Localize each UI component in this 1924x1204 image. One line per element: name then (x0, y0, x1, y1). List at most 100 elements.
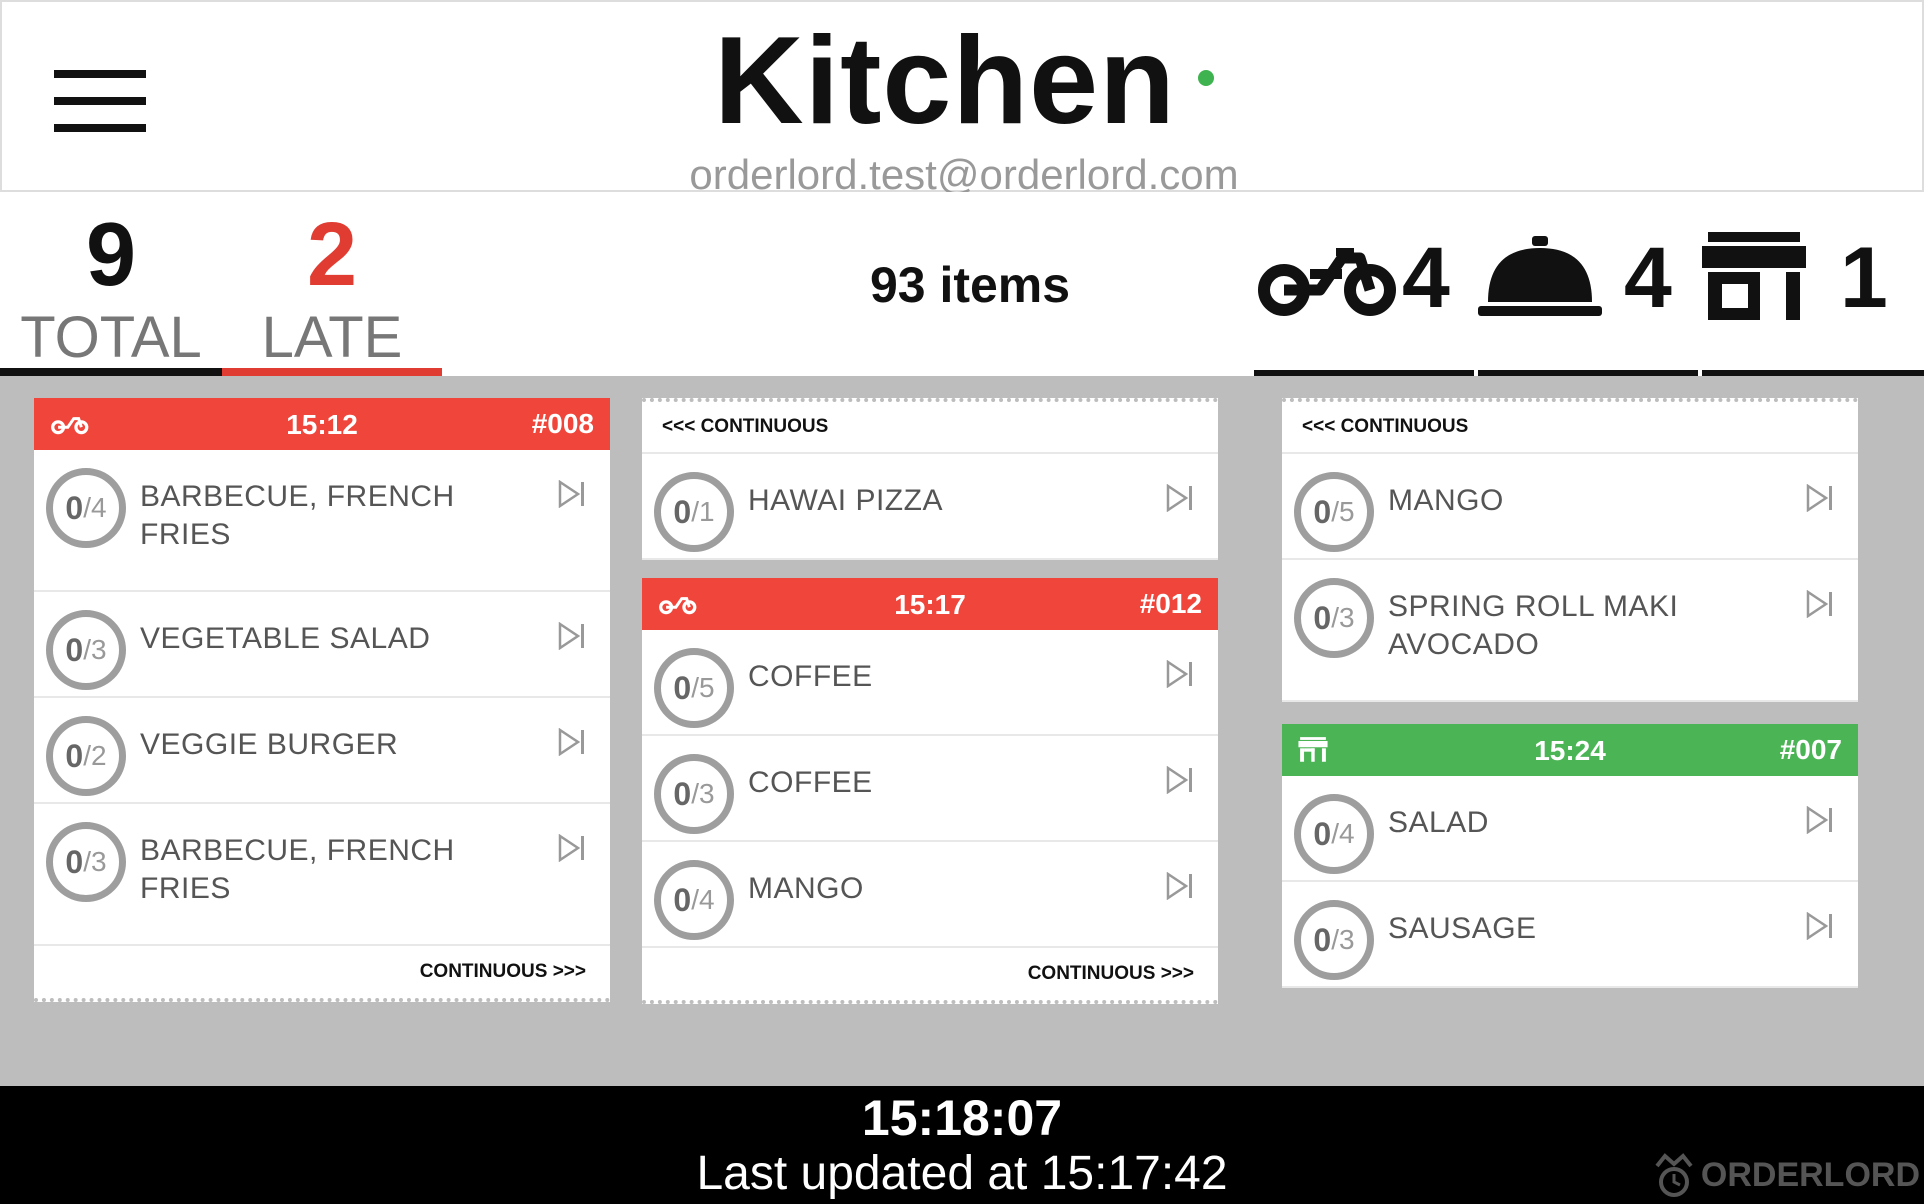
last-updated-text: Last updated at 15:17:42 (696, 1147, 1228, 1200)
cloche-icon (1478, 236, 1602, 316)
skip-next-icon[interactable] (1166, 872, 1194, 900)
takeaway-count: 1 (1840, 230, 1888, 326)
delivery-filter-tab[interactable]: 4 (1254, 228, 1474, 376)
skip-next-icon[interactable] (1806, 912, 1834, 940)
item-name: VEGGIE BURGER (140, 728, 399, 761)
online-status-dot (1197, 70, 1214, 86)
progress-badge: 0/5 (654, 648, 734, 728)
order-item[interactable]: 0/1 HAWAI PIZZA (642, 454, 1218, 560)
brand-logo: ORDERLORD (1651, 1152, 1920, 1198)
skip-next-icon[interactable] (1166, 484, 1194, 512)
progress-badge: 0/1 (654, 472, 734, 552)
order-item[interactable]: 0/4 SALAD (1282, 776, 1858, 882)
page-title: Kitchen (714, 12, 1176, 150)
takeaway-filter-tab[interactable]: 1 (1702, 228, 1924, 376)
late-label: LATE (261, 305, 403, 370)
item-name: SALAD (1388, 806, 1489, 839)
item-name: BARBECUE, FRENCH FRIES (140, 834, 455, 905)
order-item[interactable]: 0/3 VEGETABLE SALAD (34, 592, 610, 698)
board-column: <<< CONTINUOUS 0/5 MANGO 0/3 SPRING ROLL… (1282, 398, 1858, 988)
order-ticket[interactable]: 15:17 #012 0/5 COFFEE 0/3 COFFEE 0/4 MAN… (642, 578, 1218, 1004)
item-name: SAUSAGE (1388, 912, 1537, 945)
skip-next-icon[interactable] (558, 622, 586, 650)
progress-badge: 0/3 (654, 754, 734, 834)
skip-next-icon[interactable] (1806, 484, 1834, 512)
motorbike-icon (659, 597, 697, 615)
progress-badge: 0/2 (46, 716, 126, 796)
ticket-time: 15:12 (286, 409, 358, 440)
app-header: Kitchen orderlord.test@orderlord.com (0, 0, 1924, 198)
late-count: 2 (306, 205, 358, 305)
order-ticket[interactable]: 15:12 #008 0/4 BARBECUE, FRENCH FRIES 0/… (34, 398, 610, 1002)
skip-next-icon[interactable] (558, 480, 586, 508)
order-item[interactable]: 0/3 SAUSAGE (1282, 882, 1858, 988)
order-ticket[interactable]: <<< CONTINUOUS 0/5 MANGO 0/3 SPRING ROLL… (1282, 398, 1858, 702)
brand-name: ORDERLORD (1700, 1155, 1920, 1194)
total-label: TOTAL (20, 305, 202, 370)
order-item[interactable]: 0/2 VEGGIE BURGER (34, 698, 610, 804)
order-ticket[interactable]: <<< CONTINUOUS 0/1 HAWAI PIZZA (642, 398, 1218, 560)
skip-next-icon[interactable] (1166, 660, 1194, 688)
order-item[interactable]: 0/4 BARBECUE, FRENCH FRIES (34, 450, 610, 592)
skip-next-icon[interactable] (1166, 766, 1194, 794)
progress-badge: 0/5 (1294, 472, 1374, 552)
progress-badge: 0/3 (1294, 900, 1374, 980)
total-filter-tab[interactable]: 9 TOTAL (0, 192, 222, 376)
item-name: SPRING ROLL MAKI AVOCADO (1388, 590, 1679, 661)
item-name: COFFEE (748, 766, 873, 799)
total-count: 9 (85, 205, 137, 305)
status-footer: 15:18:07 Last updated at 15:17:42 ORDERL… (0, 1086, 1924, 1204)
continuous-prev-label: <<< CONTINUOUS (642, 402, 1218, 454)
motorbike-icon (1258, 248, 1396, 316)
order-item[interactable]: 0/5 MANGO (1282, 454, 1858, 560)
dinein-count: 4 (1624, 230, 1672, 326)
ticket-header: 15:17 #012 (642, 578, 1218, 630)
delivery-count: 4 (1402, 230, 1450, 326)
board-column: <<< CONTINUOUS 0/1 HAWAI PIZZA 15:17 #01… (642, 398, 1218, 1004)
crown-clock-icon (1655, 1153, 1693, 1197)
store-icon (1298, 737, 1328, 762)
items-count: 93 items (869, 257, 1071, 313)
continuous-prev-label: <<< CONTINUOUS (1282, 402, 1858, 454)
order-item[interactable]: 0/3 BARBECUE, FRENCH FRIES (34, 804, 610, 946)
board-column: 15:12 #008 0/4 BARBECUE, FRENCH FRIES 0/… (34, 398, 610, 1002)
progress-badge: 0/4 (46, 468, 126, 548)
skip-next-icon[interactable] (558, 834, 586, 862)
title-wrap: Kitchen (2, 16, 1924, 146)
store-icon (1702, 232, 1806, 320)
ticket-number: #012 (1139, 588, 1202, 619)
continuous-next-label: CONTINUOUS >>> (419, 961, 586, 982)
ticket-number: #008 (531, 408, 594, 439)
continuous-next-label: CONTINUOUS >>> (1027, 963, 1194, 984)
progress-badge: 0/3 (46, 610, 126, 690)
item-name: COFFEE (748, 660, 873, 693)
ticket-header: 15:12 #008 (34, 398, 610, 450)
orders-board: 15:12 #008 0/4 BARBECUE, FRENCH FRIES 0/… (0, 376, 1924, 1086)
order-item[interactable]: 0/4 MANGO (642, 842, 1218, 948)
progress-badge: 0/4 (1294, 794, 1374, 874)
skip-next-icon[interactable] (1806, 806, 1834, 834)
item-name: MANGO (1388, 484, 1504, 517)
progress-badge: 0/3 (46, 822, 126, 902)
item-name: BARBECUE, FRENCH FRIES (140, 480, 455, 551)
item-name: MANGO (748, 872, 864, 905)
progress-badge: 0/3 (1294, 578, 1374, 658)
motorbike-icon (51, 417, 89, 435)
order-item[interactable]: 0/5 COFFEE (642, 630, 1218, 736)
skip-next-icon[interactable] (558, 728, 586, 756)
item-name: HAWAI PIZZA (748, 484, 943, 517)
ticket-header: 15:24 #007 (1282, 724, 1858, 776)
ticket-time: 15:17 (894, 589, 966, 620)
progress-badge: 0/4 (654, 860, 734, 940)
skip-next-icon[interactable] (1806, 590, 1834, 618)
stats-bar: 9 TOTAL 2 LATE 93 items 4 4 1 (0, 192, 1924, 376)
order-item[interactable]: 0/3 COFFEE (642, 736, 1218, 842)
item-name: VEGETABLE SALAD (140, 622, 431, 655)
ticket-time: 15:24 (1534, 735, 1606, 766)
current-clock: 15:18:07 (861, 1090, 1063, 1146)
order-ticket[interactable]: 15:24 #007 0/4 SALAD 0/3 SAUSAGE (1282, 724, 1858, 988)
ticket-number: #007 (1779, 734, 1842, 765)
order-item[interactable]: 0/3 SPRING ROLL MAKI AVOCADO (1282, 560, 1858, 702)
late-filter-tab[interactable]: 2 LATE (222, 192, 442, 376)
dinein-filter-tab[interactable]: 4 (1478, 228, 1698, 376)
